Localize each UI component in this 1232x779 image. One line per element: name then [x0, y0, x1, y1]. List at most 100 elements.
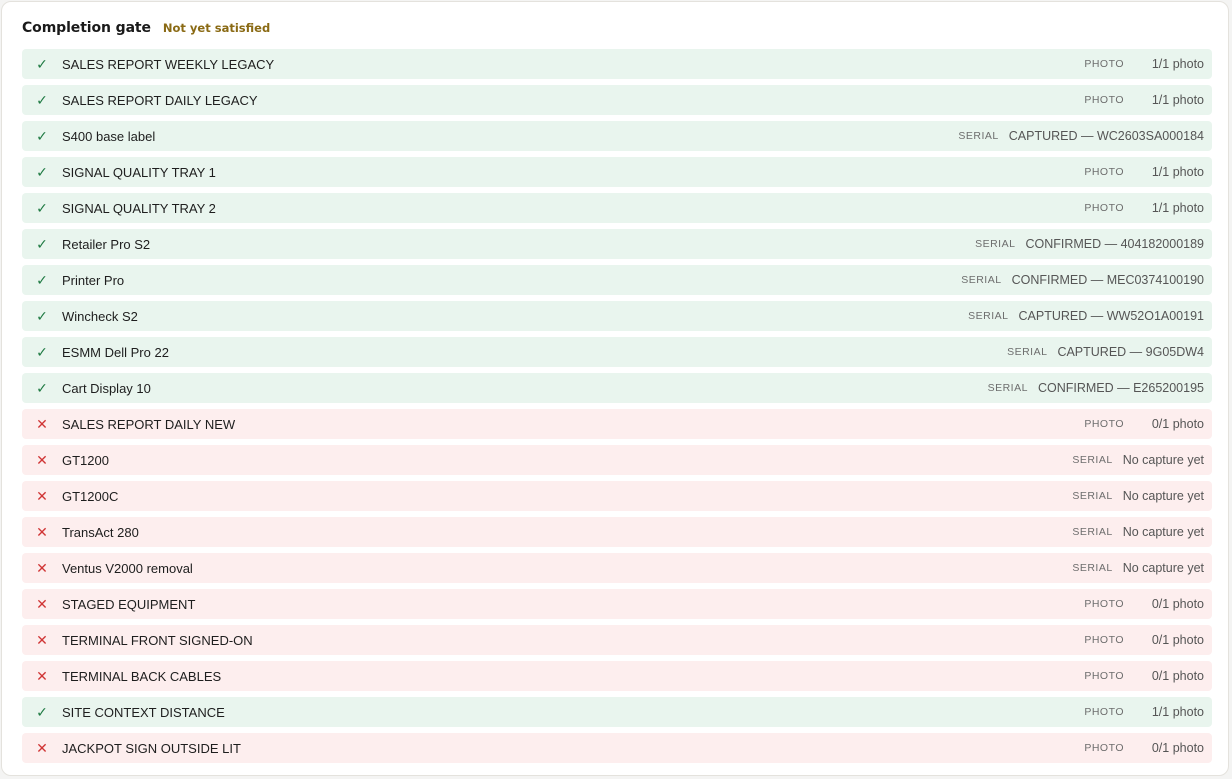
x-icon: ✕: [36, 596, 48, 612]
requirement-label: Cart Display 10: [62, 380, 151, 396]
requirement-label: Retailer Pro S2: [62, 236, 151, 252]
requirement-row: ✓ S400 base label SERIAL CAPTURED — WC2603S…: [22, 121, 1212, 151]
x-icon: ✕: [36, 560, 48, 576]
gate-status-badge: Not yet satisfied: [162, 21, 271, 35]
requirement-detail: 1/1 photo: [1151, 93, 1204, 107]
requirement-detail: 0/1 photo: [1151, 669, 1204, 683]
requirement-row: ✕ Ventus V2000 removal SERIAL No capture ye…: [22, 553, 1212, 583]
x-icon: ✕: [36, 668, 48, 684]
requirement-label: SALES REPORT DAILY NEW: [62, 416, 236, 432]
requirement-type: SERIAL: [1072, 526, 1113, 538]
requirement-detail: No capture yet: [1122, 525, 1204, 539]
requirement-type: PHOTO: [1084, 58, 1124, 70]
check-icon: ✓: [36, 344, 48, 360]
requirement-type: SERIAL: [987, 382, 1028, 394]
requirement-type: PHOTO: [1084, 166, 1124, 178]
requirement-row: ✓ Cart Display 10 SERIAL CONFIRMED — E26520…: [22, 373, 1212, 403]
requirement-type: SERIAL: [968, 310, 1009, 322]
requirement-list: ✓ SALES REPORT WEEKLY LEGACY PHOTO 1/1 phot…: [22, 49, 1212, 769]
requirement-row: ✕ TransAct 280 SERIAL No capture yet: [22, 517, 1212, 547]
requirement-row: ✓ Printer Pro SERIAL CONFIRMED — MEC0374100…: [22, 265, 1212, 295]
requirement-row: ✕ JACKPOT SIGN OUTSIDE LIT PHOTO 0/1 photo: [22, 733, 1212, 763]
requirement-type: SERIAL: [961, 274, 1002, 286]
requirement-label: SALES REPORT DAILY LEGACY: [62, 92, 258, 108]
requirement-label: JACKPOT SIGN OUTSIDE LIT: [62, 740, 241, 756]
requirement-row: ✕ STAGED EQUIPMENT PHOTO 0/1 photo: [22, 589, 1212, 619]
requirement-row: ✓ SITE CONTEXT DISTANCE PHOTO 1/1 photo: [22, 697, 1212, 727]
requirement-label: SALES REPORT WEEKLY LEGACY: [62, 56, 275, 72]
requirement-label: Wincheck S2: [62, 308, 138, 324]
requirement-label: GT1200: [62, 452, 109, 468]
check-icon: ✓: [36, 56, 48, 72]
requirement-detail: 0/1 photo: [1151, 417, 1204, 431]
requirement-detail: CAPTURED — 9G05DW4: [1057, 345, 1204, 359]
requirement-row: ✓ SALES REPORT WEEKLY LEGACY PHOTO 1/1 phot…: [22, 49, 1212, 79]
requirement-label: STAGED EQUIPMENT: [62, 596, 196, 612]
check-icon: ✓: [36, 704, 48, 720]
x-icon: ✕: [36, 740, 48, 756]
requirement-label: S400 base label: [62, 128, 156, 144]
requirement-type: SERIAL: [1007, 346, 1048, 358]
requirement-type: PHOTO: [1084, 598, 1124, 610]
requirement-detail: 0/1 photo: [1151, 741, 1204, 755]
requirement-type: PHOTO: [1084, 418, 1124, 430]
requirement-type: PHOTO: [1084, 94, 1124, 106]
requirement-label: Printer Pro: [62, 272, 125, 288]
requirement-label: SITE CONTEXT DISTANCE: [62, 704, 225, 720]
requirement-detail: CONFIRMED — MEC0374100190: [1011, 273, 1204, 287]
requirement-label: SIGNAL QUALITY TRAY 1: [62, 164, 216, 180]
card-header: Completion gate Not yet satisfied: [22, 17, 270, 39]
requirement-detail: CONFIRMED — E265200195: [1037, 381, 1204, 395]
requirement-type: PHOTO: [1084, 670, 1124, 682]
x-icon: ✕: [36, 524, 48, 540]
x-icon: ✕: [36, 632, 48, 648]
requirement-type: PHOTO: [1084, 742, 1124, 754]
requirement-detail: CONFIRMED — 404182000189: [1025, 237, 1204, 251]
check-icon: ✓: [36, 92, 48, 108]
requirement-type: SERIAL: [1072, 454, 1113, 466]
requirement-row: ✕ GT1200 SERIAL No capture yet: [22, 445, 1212, 475]
requirement-label: GT1200C: [62, 488, 119, 504]
requirement-detail: 0/1 photo: [1151, 597, 1204, 611]
requirement-row: ✓ ESMM Dell Pro 22 SERIAL CAPTURED — 9G05DW…: [22, 337, 1212, 367]
check-icon: ✓: [36, 164, 48, 180]
requirement-type: SERIAL: [1072, 490, 1113, 502]
check-icon: ✓: [36, 380, 48, 396]
completion-gate-card: Completion gate Not yet satisfied ✓ SALES…: [1, 1, 1229, 776]
requirement-detail: CAPTURED — WW52O1A00191: [1018, 309, 1204, 323]
card-title: Completion gate: [22, 20, 151, 36]
requirement-detail: 1/1 photo: [1151, 57, 1204, 71]
requirement-label: TERMINAL BACK CABLES: [62, 668, 222, 684]
requirement-label: TERMINAL FRONT SIGNED-ON: [62, 632, 253, 648]
requirement-label: ESMM Dell Pro 22: [62, 344, 169, 360]
requirement-type: PHOTO: [1084, 202, 1124, 214]
requirement-detail: No capture yet: [1122, 453, 1204, 467]
check-icon: ✓: [36, 236, 48, 252]
requirement-type: SERIAL: [1072, 562, 1113, 574]
requirement-detail: No capture yet: [1122, 489, 1204, 503]
requirement-type: PHOTO: [1084, 706, 1124, 718]
requirement-detail: No capture yet: [1122, 561, 1204, 575]
check-icon: ✓: [36, 128, 48, 144]
x-icon: ✕: [36, 488, 48, 504]
requirement-row: ✕ TERMINAL BACK CABLES PHOTO 0/1 photo: [22, 661, 1212, 691]
x-icon: ✕: [36, 416, 48, 432]
requirement-detail: 1/1 photo: [1151, 201, 1204, 215]
requirement-row: ✓ SIGNAL QUALITY TRAY 1 PHOTO 1/1 photo: [22, 157, 1212, 187]
check-icon: ✓: [36, 272, 48, 288]
requirement-label: Ventus V2000 removal: [62, 560, 193, 576]
requirement-detail: 1/1 photo: [1151, 705, 1204, 719]
requirement-row: ✕ TERMINAL FRONT SIGNED-ON PHOTO 0/1 photo: [22, 625, 1212, 655]
requirement-type: SERIAL: [975, 238, 1016, 250]
requirement-detail: CAPTURED — WC2603SA000184: [1008, 129, 1204, 143]
requirement-label: TransAct 280: [62, 524, 139, 540]
check-icon: ✓: [36, 200, 48, 216]
requirement-row: ✕ SALES REPORT DAILY NEW PHOTO 0/1 photo: [22, 409, 1212, 439]
requirement-detail: 0/1 photo: [1151, 633, 1204, 647]
requirement-type: PHOTO: [1084, 634, 1124, 646]
requirement-row: ✕ GT1200C SERIAL No capture yet: [22, 481, 1212, 511]
requirement-row: ✓ SALES REPORT DAILY LEGACY PHOTO 1/1 photo: [22, 85, 1212, 115]
check-icon: ✓: [36, 308, 48, 324]
requirement-row: ✓ Wincheck S2 SERIAL CAPTURED — WW52O1A0019…: [22, 301, 1212, 331]
x-icon: ✕: [36, 452, 48, 468]
